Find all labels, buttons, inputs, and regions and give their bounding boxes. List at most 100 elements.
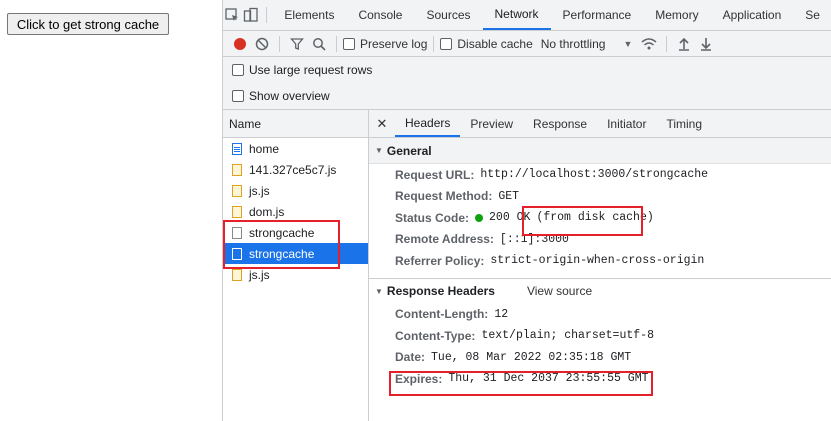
status-code-label: Status Code: <box>395 210 470 225</box>
list-item[interactable]: 141.327ce5c7.js <box>223 159 368 180</box>
list-item[interactable]: strongcache <box>223 222 368 243</box>
content-length-row: Content-Length: 12 <box>369 304 831 326</box>
status-code-row: Status Code: 200 OK (from disk cache) <box>369 207 831 229</box>
tab-memory[interactable]: Memory <box>643 0 710 30</box>
content-length-value: 12 <box>494 307 509 321</box>
checkbox-box[interactable] <box>232 64 244 76</box>
tab-elements[interactable]: Elements <box>272 0 346 30</box>
referrer-policy-value: strict-origin-when-cross-origin <box>490 254 705 268</box>
request-name: dom.js <box>249 204 285 219</box>
show-overview-checkbox[interactable]: Show overview <box>223 83 831 110</box>
date-label: Date: <box>395 350 426 365</box>
request-url-row: Request URL: http://localhost:3000/strong… <box>369 164 831 186</box>
tab-headers[interactable]: Headers <box>395 110 461 137</box>
devtools-tabbar: Elements Console Sources Network Perform… <box>223 0 831 31</box>
record-icon[interactable] <box>229 33 251 55</box>
request-list: Name home 141.327ce5c7.js js.js dom.js s… <box>223 110 369 421</box>
referrer-policy-row: Referrer Policy: strict-origin-when-cross… <box>369 250 831 272</box>
response-headers-section-toggle[interactable]: ▼ Response Headers View source <box>369 277 831 304</box>
request-name: strongcache <box>249 225 315 240</box>
list-item[interactable]: js.js <box>223 264 368 285</box>
search-icon[interactable] <box>308 33 330 55</box>
detail-tabs: ✕ Headers Preview Response Initiator Tim… <box>369 110 831 138</box>
dropdown-arrow-icon: ▼ <box>623 38 633 49</box>
devtools-panel: Elements Console Sources Network Perform… <box>222 0 831 421</box>
request-details: ✕ Headers Preview Response Initiator Tim… <box>369 110 831 421</box>
preserve-log-checkbox[interactable]: Preserve log <box>343 37 427 51</box>
tabbar-divider <box>265 7 267 23</box>
list-item[interactable]: dom.js <box>223 201 368 222</box>
tab-application[interactable]: Application <box>711 0 794 30</box>
toolbar-divider <box>336 35 337 52</box>
disable-cache-checkbox[interactable]: Disable cache <box>440 36 533 51</box>
content-type-value: text/plain; charset=utf-8 <box>481 329 654 343</box>
response-headers-title: Response Headers <box>386 284 495 298</box>
expires-value: Thu, 31 Dec 2037 23:55:55 GMT <box>448 372 649 386</box>
large-rows-label: Use large request rows <box>249 63 373 77</box>
referrer-policy-label: Referrer Policy: <box>395 253 485 268</box>
import-har-icon[interactable] <box>673 33 695 55</box>
status-code-value: 200 OK <box>489 211 531 225</box>
network-toolbar: Preserve log Disable cache No throttling… <box>223 31 831 57</box>
get-strong-cache-button[interactable]: Click to get strong cache <box>7 13 169 35</box>
request-url-label: Request URL: <box>395 167 475 182</box>
content-type-label: Content-Type: <box>395 328 476 343</box>
remote-address-row: Remote Address: [::1]:3000 <box>369 229 831 251</box>
list-item[interactable]: js.js <box>223 180 368 201</box>
request-method-row: Request Method: GET <box>369 186 831 208</box>
disable-cache-label: Disable cache <box>457 36 533 51</box>
name-column-header[interactable]: Name <box>223 110 368 138</box>
list-item[interactable]: home <box>223 138 368 159</box>
tab-timing[interactable]: Timing <box>656 110 712 137</box>
request-name: js.js <box>249 267 270 282</box>
request-method-label: Request Method: <box>395 189 493 204</box>
tab-initiator[interactable]: Initiator <box>597 110 656 137</box>
expires-label: Expires: <box>395 371 443 386</box>
tab-response[interactable]: Response <box>523 110 597 137</box>
checkbox-box[interactable] <box>343 37 355 50</box>
triangle-down-icon: ▼ <box>375 286 383 296</box>
request-name: 141.327ce5c7.js <box>249 162 337 177</box>
throttling-value: No throttling <box>540 36 606 51</box>
content-length-label: Content-Length: <box>395 307 489 322</box>
triangle-down-icon: ▼ <box>375 146 383 155</box>
filter-icon[interactable] <box>286 33 308 55</box>
tab-network[interactable]: Network <box>482 0 551 30</box>
request-name: strongcache <box>249 246 315 261</box>
toolbar-divider <box>433 35 435 52</box>
expires-row: Expires: Thu, 31 Dec 2037 23:55:55 GMT <box>369 368 831 390</box>
content-type-row: Content-Type: text/plain; charset=utf-8 <box>369 325 831 347</box>
export-har-icon[interactable] <box>695 33 717 55</box>
blank-file-icon <box>232 226 242 239</box>
request-url-value: http://localhost:3000/strongcache <box>480 168 709 182</box>
close-icon[interactable]: ✕ <box>369 110 395 137</box>
view-source-link[interactable]: View source <box>527 284 592 298</box>
date-row: Date: Tue, 08 Mar 2022 02:35:18 GMT <box>369 347 831 369</box>
tab-performance[interactable]: Performance <box>551 0 644 30</box>
page-viewport: Click to get strong cache <box>0 0 222 421</box>
toolbar-divider <box>666 35 668 52</box>
throttling-select[interactable]: No throttling ▼ <box>541 37 633 51</box>
show-overview-label: Show overview <box>249 89 330 103</box>
large-rows-checkbox[interactable]: Use large request rows <box>223 57 831 83</box>
tab-preview[interactable]: Preview <box>460 110 523 137</box>
remote-address-value: [::1]:3000 <box>499 232 569 246</box>
list-item-selected[interactable]: strongcache <box>223 243 368 264</box>
preserve-log-label: Preserve log <box>360 36 428 51</box>
tab-security[interactable]: Se <box>793 0 831 30</box>
clear-icon[interactable] <box>251 33 273 55</box>
inspect-element-icon[interactable] <box>223 0 241 30</box>
toolbar-divider <box>279 35 280 52</box>
status-ok-icon <box>475 213 484 222</box>
network-conditions-icon[interactable] <box>638 33 660 55</box>
checkbox-box[interactable] <box>440 37 453 50</box>
script-icon <box>232 205 242 218</box>
blank-file-icon <box>232 247 242 260</box>
checkbox-box[interactable] <box>232 90 244 102</box>
tab-console[interactable]: Console <box>346 0 414 30</box>
general-section-toggle[interactable]: ▼ General <box>369 138 831 164</box>
script-icon <box>232 268 242 281</box>
tab-sources[interactable]: Sources <box>414 0 482 30</box>
request-name: js.js <box>249 183 270 198</box>
device-toolbar-icon[interactable] <box>241 0 259 30</box>
